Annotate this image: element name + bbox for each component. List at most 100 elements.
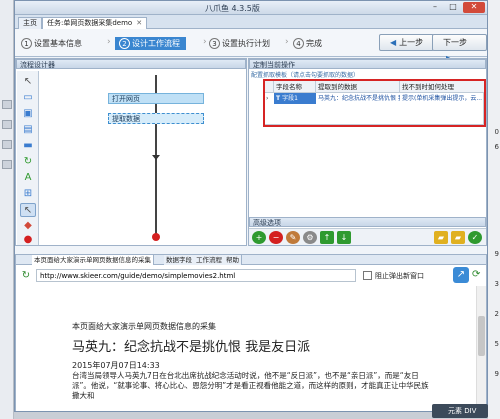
if-icon[interactable]: A xyxy=(20,171,36,185)
tab-task[interactable]: 任务:单网页数据采集demo ✕ xyxy=(42,17,148,29)
template-subheader: 配置抓取模板（请点击勾要抓取的数据） xyxy=(251,72,360,79)
text-field-icon: T xyxy=(276,95,281,102)
step-label: 完成 xyxy=(306,39,322,48)
taskbar-element-chip[interactable]: 元素 DIV xyxy=(432,404,488,418)
go-icon[interactable]: ↗ xyxy=(453,267,469,283)
tab-label: 主页 xyxy=(23,19,37,27)
prev-step-button[interactable]: ◀ 上一步 xyxy=(379,34,435,51)
desktop-text: 9 xyxy=(494,250,499,258)
desktop-text: 5 xyxy=(494,340,499,348)
input-icon[interactable]: ▬ xyxy=(20,139,36,153)
app-window: 八爪鱼 4.3.5版 – □ ✕ 主页 任务:单网页数据采集demo ✕ 1 设置基… xyxy=(14,0,488,412)
desktop-right-strip: 0 6 9 3 2 5 9 xyxy=(488,0,500,419)
step-design-workflow[interactable]: 2 设计工作流程 xyxy=(115,37,186,50)
select-icon[interactable]: ⊞ xyxy=(20,187,36,201)
arrow-left-icon: ◀ xyxy=(390,38,397,47)
move-up-icon[interactable]: ↑ xyxy=(320,231,334,244)
row-marker: › xyxy=(266,95,269,102)
url-input[interactable] xyxy=(36,269,356,282)
scroll-thumb[interactable] xyxy=(478,316,485,356)
designer-toolbox: ↖ ▭ ▣ ▤ ▬ ↻ A ⊞ ↖ ◆ ● xyxy=(17,71,39,245)
settings-icon[interactable]: ⚙ xyxy=(303,231,317,244)
grid-header: 字段名称 提取到的数据 找不到时如何处理 xyxy=(264,81,485,93)
edit-icon[interactable]: ✎ xyxy=(286,231,300,244)
page-header-text: 本页面给大家演示单网页数据信息的采集 xyxy=(72,322,216,331)
flow-node-open-page[interactable]: 打开网页 xyxy=(108,93,204,104)
article-date[interactable]: 2015年07月07日14:33 xyxy=(72,360,160,371)
pointer-icon[interactable]: ↖ xyxy=(20,75,36,89)
designer-header: 流程设计器 xyxy=(16,59,246,69)
desktop-text: 3 xyxy=(494,280,499,288)
field-name-text: 字段1 xyxy=(282,95,298,102)
flow-end-icon xyxy=(152,233,160,241)
step-label: 设置基本信息 xyxy=(34,39,82,48)
fallback-cell[interactable]: 提示(单机采集弹出提示，云... xyxy=(400,93,485,104)
add-icon[interactable]: + xyxy=(252,231,266,244)
tab-page-preview[interactable]: 本页面给大家演示单网页数据信息的采集 xyxy=(32,255,154,265)
field-name-cell[interactable]: T 字段1 xyxy=(274,93,316,104)
switch-icon[interactable]: ◆ xyxy=(20,219,36,233)
flow-node-extract-data[interactable]: 提取数据 xyxy=(108,113,204,124)
tab-close-icon[interactable]: ✕ xyxy=(136,19,142,27)
loop-icon[interactable]: ↻ xyxy=(20,155,36,169)
remove-icon[interactable]: − xyxy=(269,231,283,244)
browser-panel: 本页面给大家演示单网页数据信息的采集 数据字段 工作流程 帮助 ↻ 阻止弹出新窗… xyxy=(15,254,487,411)
step-label: 设置执行计划 xyxy=(222,39,270,48)
browser-tabs: 本页面给大家演示单网页数据信息的采集 数据字段 工作流程 帮助 xyxy=(16,255,486,265)
click-icon[interactable]: ▣ xyxy=(20,107,36,121)
step-schedule[interactable]: 3 设置执行计划 xyxy=(209,37,270,50)
flow-canvas[interactable]: 打开网页 提取数据 xyxy=(40,71,246,245)
reload-icon[interactable]: ⟳ xyxy=(472,267,484,283)
block-popups-checkbox[interactable] xyxy=(363,271,372,280)
table-row[interactable]: › T字段1 马英九：纪念抗战不是挑仇恨 我... 提示(单机采集弹出提示，云.… xyxy=(264,93,485,104)
step-number: 1 xyxy=(21,38,32,49)
desktop-icon[interactable] xyxy=(2,160,12,169)
maximize-button[interactable]: □ xyxy=(445,2,461,13)
grid-col-marker xyxy=(264,81,274,93)
confirm-icon[interactable]: ✓ xyxy=(468,231,482,244)
minimize-button[interactable]: – xyxy=(427,2,443,13)
folder-open-icon[interactable]: ▰ xyxy=(434,231,448,244)
flow-designer-panel: 流程设计器 ↖ ▭ ▣ ▤ ▬ ↻ A ⊞ ↖ ◆ ● 打开网页 提取数据 xyxy=(15,58,247,246)
extract-icon[interactable]: ▤ xyxy=(20,123,36,137)
tab-data-fields[interactable]: 数据字段 xyxy=(164,255,195,265)
window-controls: – □ ✕ xyxy=(427,2,485,13)
article-body[interactable]: 台湾当局领导人马英九7日在台北出席抗战纪念活动时说，他不是“反日派”，也不是“亲… xyxy=(72,371,430,401)
close-button[interactable]: ✕ xyxy=(463,2,485,13)
step-basic-info[interactable]: 1 设置基本信息 xyxy=(21,37,82,50)
desktop-text: 0 xyxy=(494,128,499,136)
move-icon[interactable]: ↖ xyxy=(20,203,36,217)
desktop-icon[interactable] xyxy=(2,100,12,109)
desktop-text: 9 xyxy=(494,370,499,378)
tab-workflow[interactable]: 工作流程 xyxy=(194,255,225,265)
step-number: 4 xyxy=(293,38,304,49)
step-label: 设计工作流程 xyxy=(132,39,180,48)
extracted-value-cell[interactable]: 马英九：纪念抗战不是挑仇恨 我... xyxy=(316,93,400,104)
folder-save-icon[interactable]: ▰ xyxy=(451,231,465,244)
button-label: 上一步 xyxy=(399,38,424,47)
step-number: 3 xyxy=(209,38,220,49)
next-step-button[interactable]: 下一步▶ xyxy=(432,34,487,63)
stop-icon[interactable]: ● xyxy=(20,233,36,247)
flow-arrow-icon xyxy=(152,155,160,160)
page-scrollbar[interactable] xyxy=(476,286,486,411)
title-bar[interactable]: 八爪鱼 4.3.5版 – □ ✕ xyxy=(15,1,487,15)
tab-home[interactable]: 主页 xyxy=(18,17,42,29)
advanced-options-header[interactable]: 高级选项 xyxy=(249,217,486,227)
article-title[interactable]: 马英九：纪念抗战不是挑仇恨 我是友日派 xyxy=(72,336,310,355)
customize-panel: 定制当前操作 配置抓取模板（请点击勾要抓取的数据） 字段名称 提取到的数据 找不… xyxy=(248,58,487,246)
desktop-icon[interactable] xyxy=(2,120,12,129)
desktop-icon[interactable] xyxy=(2,140,12,149)
move-down-icon[interactable]: ↓ xyxy=(337,231,351,244)
document-tabs: 主页 任务:单网页数据采集demo ✕ xyxy=(15,15,487,29)
web-page-view[interactable]: 本页面给大家演示单网页数据信息的采集 马英九：纪念抗战不是挑仇恨 我是友日派 2… xyxy=(16,286,486,411)
tab-help[interactable]: 帮助 xyxy=(224,255,242,265)
url-bar: ↻ 阻止弹出新窗口 xyxy=(18,269,446,283)
grid-col-field-name: 字段名称 xyxy=(274,81,316,93)
refresh-icon[interactable]: ↻ xyxy=(20,270,32,282)
button-label: 下一步 xyxy=(443,38,467,47)
step-finish[interactable]: 4 完成 xyxy=(293,37,322,50)
grid-col-fallback: 找不到时如何处理 xyxy=(402,83,454,91)
tab-label: 任务:单网页数据采集demo xyxy=(47,19,133,27)
open-page-icon[interactable]: ▭ xyxy=(20,91,36,105)
